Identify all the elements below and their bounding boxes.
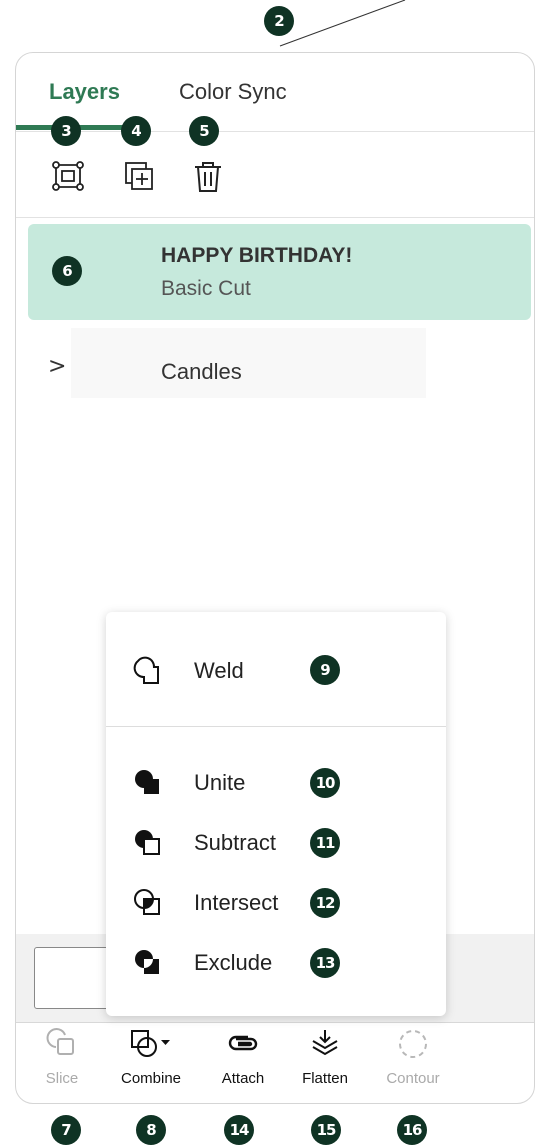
callout-badge-13: 13 xyxy=(310,948,340,978)
group-icon[interactable] xyxy=(50,159,86,195)
callout-badge-8: 8 xyxy=(136,1115,166,1145)
callout-badge-2: 2 xyxy=(264,6,294,36)
menu-item-subtract[interactable]: Subtract xyxy=(106,817,446,867)
chevron-right-icon[interactable]: > xyxy=(48,354,66,379)
flatten-icon xyxy=(312,1030,338,1056)
subtract-label: Subtract xyxy=(194,830,276,855)
flatten-button[interactable]: Flatten xyxy=(292,1027,358,1087)
flatten-label: Flatten xyxy=(302,1070,348,1087)
subtract-icon xyxy=(135,830,160,855)
contour-button[interactable]: Contour xyxy=(378,1027,448,1087)
slice-button[interactable]: Slice xyxy=(34,1027,90,1087)
unite-icon xyxy=(135,770,159,794)
menu-item-weld[interactable]: Weld xyxy=(106,645,446,695)
intersect-icon xyxy=(134,889,160,915)
combine-button[interactable]: Combine xyxy=(108,1027,194,1087)
menu-item-exclude[interactable]: Exclude xyxy=(106,937,446,987)
group-label: Candles xyxy=(161,359,242,384)
layer-row-candles[interactable] xyxy=(71,328,426,398)
callout-badge-3: 3 xyxy=(51,116,81,146)
toolbar-divider xyxy=(16,217,534,218)
callout-badge-11: 11 xyxy=(310,828,340,858)
bottom-toolbar-divider xyxy=(16,1022,534,1023)
menu-item-unite[interactable]: Unite xyxy=(106,757,446,807)
combine-label: Combine xyxy=(120,1070,182,1087)
duplicate-icon[interactable] xyxy=(122,159,158,195)
exclude-label: Exclude xyxy=(194,950,273,975)
menu-item-intersect[interactable]: Intersect xyxy=(106,877,446,927)
combine-dropdown-menu: Weld Unite Subtract Intersect Exclude xyxy=(106,612,446,1016)
contour-label: Contour xyxy=(386,1070,440,1087)
exclude-icon xyxy=(135,950,159,974)
callout-badge-15: 15 xyxy=(311,1115,341,1145)
weld-label: Weld xyxy=(194,658,244,683)
slice-icon xyxy=(46,1028,74,1055)
callout-badge-4: 4 xyxy=(121,116,151,146)
callout-badge-5: 5 xyxy=(189,116,219,146)
menu-divider xyxy=(106,726,446,727)
tabs-divider xyxy=(16,131,534,132)
tab-layers[interactable]: Layers xyxy=(49,79,120,105)
callout-badge-7: 7 xyxy=(51,1115,81,1145)
layer-row-happy-birthday[interactable] xyxy=(28,224,531,320)
callout-badge-14: 14 xyxy=(224,1115,254,1145)
slice-label: Slice xyxy=(45,1070,79,1087)
callout-badge-9: 9 xyxy=(310,655,340,685)
combine-icon xyxy=(131,1030,170,1057)
contour-icon xyxy=(399,1030,427,1058)
weld-icon xyxy=(133,656,159,684)
paperclip-icon xyxy=(228,1035,258,1051)
trash-icon[interactable] xyxy=(190,159,226,195)
layer-title: HAPPY BIRTHDAY! xyxy=(161,244,353,267)
dropdown-caret-icon xyxy=(161,1040,170,1045)
intersect-label: Intersect xyxy=(194,890,279,915)
callout-badge-12: 12 xyxy=(310,888,340,918)
attach-button[interactable]: Attach xyxy=(210,1027,276,1087)
unite-label: Unite xyxy=(194,770,246,795)
tab-color-sync[interactable]: Color Sync xyxy=(179,79,287,105)
layer-operation: Basic Cut xyxy=(161,277,251,300)
callout-badge-10: 10 xyxy=(310,768,340,798)
callout-badge-16: 16 xyxy=(397,1115,427,1145)
attach-label: Attach xyxy=(221,1070,265,1087)
callout-badge-6: 6 xyxy=(52,256,82,286)
